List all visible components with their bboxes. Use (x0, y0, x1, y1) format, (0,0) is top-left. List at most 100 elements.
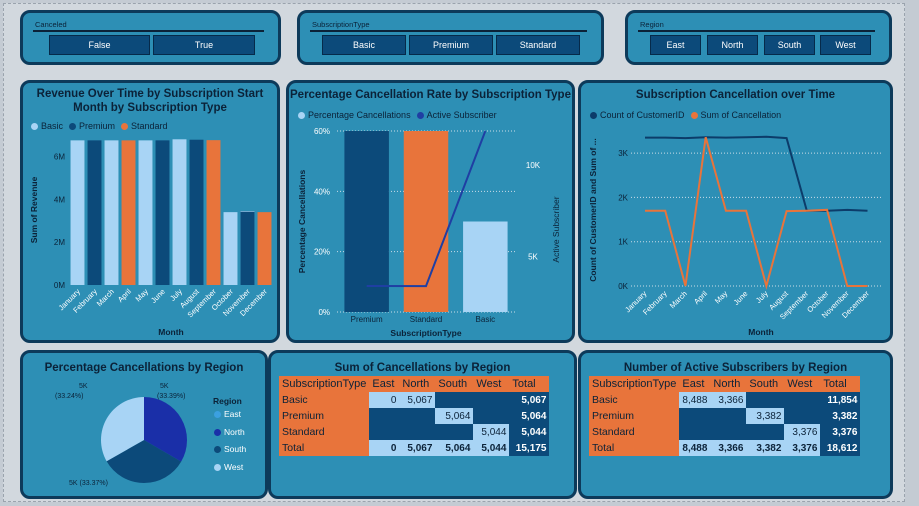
table-cell: 0 (369, 392, 400, 408)
legend-dot-south (214, 445, 221, 453)
row-total: 3,382 (820, 408, 861, 424)
slicer-option-false[interactable]: False (49, 35, 150, 55)
pie-legend-item-east[interactable]: East (214, 409, 241, 419)
bar-premium-february (87, 140, 102, 285)
row-total: 5,044 (509, 424, 550, 440)
x-axis-title: SubscriptionType (390, 328, 461, 338)
legend-label: West (224, 462, 244, 472)
slicer-option-true[interactable]: True (153, 35, 255, 55)
bar-basic (463, 221, 508, 312)
pie-label-north-pct: (33.39%) (157, 393, 186, 400)
y-tick-label: 0M (54, 281, 65, 290)
x-tick-label: May (713, 289, 730, 306)
bar-premium-august (189, 139, 204, 285)
table-cell (679, 424, 711, 440)
x-tick-label: March (95, 287, 116, 308)
y-tick-label: 3K (618, 149, 628, 158)
revenue-chart: 0M2M4M6MSum of RevenueMonthJanuaryFebrua… (29, 139, 272, 337)
table-cell (710, 424, 747, 440)
slicer-option-north[interactable]: North (707, 35, 758, 55)
y-axis-title: Count of CustomerID and Sum of ... (588, 138, 598, 282)
column-header[interactable]: South (435, 376, 474, 392)
table-cell: 5,067 (399, 392, 436, 408)
slicer-option-basic[interactable]: Basic (322, 35, 406, 55)
column-header[interactable]: North (399, 376, 436, 392)
column-header[interactable]: North (710, 376, 747, 392)
table-cell (399, 424, 436, 440)
rate-chart: 0% 20% 40% 60% Percentage Cancellations Activ… (297, 127, 561, 338)
table-cell: 5,044 (473, 424, 510, 440)
table-cell (473, 392, 510, 408)
legend-label: East (224, 409, 242, 419)
slicer-title: SubscriptionType (312, 20, 370, 29)
row-total: 5,064 (509, 408, 550, 424)
pie-label-north-value: 5K (160, 383, 169, 390)
bar-basic-july (172, 139, 187, 285)
slicer-divider (33, 30, 264, 32)
table-cell: 5,064 (435, 440, 474, 456)
column-header[interactable]: SubscriptionType (589, 376, 680, 392)
table-cell: 3,376 (784, 424, 821, 440)
table-row: Basic 0 5,067 5,067 (279, 392, 550, 408)
row-total: 3,376 (820, 424, 861, 440)
table-cell (710, 408, 747, 424)
x-tick-label: July (754, 289, 770, 305)
slicer-option-south[interactable]: South (764, 35, 815, 55)
column-header[interactable]: East (369, 376, 400, 392)
slicer-option-east[interactable]: East (650, 35, 701, 55)
table-cell (369, 408, 400, 424)
table-cell: 3,366 (710, 392, 747, 408)
y-tick-label: 60% (314, 127, 330, 136)
column-header[interactable]: SubscriptionType (279, 376, 370, 392)
column-header[interactable]: Total (509, 376, 550, 392)
pie-label-south: 5K (33.37%) (69, 480, 108, 487)
table-cell: 3,382 (746, 408, 785, 424)
active-subscribers-matrix: SubscriptionType East North South West T… (589, 376, 861, 456)
column-header[interactable]: East (679, 376, 711, 392)
pie-legend-item-north[interactable]: North (214, 427, 245, 437)
pie-legend-item-south[interactable]: South (214, 444, 246, 454)
column-header[interactable]: West (473, 376, 510, 392)
bar-basic-may (138, 140, 153, 285)
x-tick-label: June (149, 287, 167, 305)
table-row: Basic 8,488 3,366 11,854 (589, 392, 861, 408)
y-tick-label: 4M (54, 195, 65, 204)
slicer-option-standard[interactable]: Standard (496, 35, 580, 55)
column-header[interactable]: South (746, 376, 785, 392)
pie-label-west-value: 5K (79, 383, 88, 390)
x-axis-title: Month (748, 327, 774, 337)
slicer-option-premium[interactable]: Premium (409, 35, 493, 55)
cancellations-table-title: Sum of Cancellations by Region (334, 362, 511, 374)
pie-legend-item-west[interactable]: West (214, 462, 243, 472)
table-cell: 5,044 (473, 440, 510, 456)
slicer-title: Region (640, 20, 664, 29)
table-cell: 8,488 (679, 392, 711, 408)
legend-dot-north (214, 428, 221, 436)
slicer-divider (638, 30, 875, 32)
table-cell (369, 424, 400, 440)
x-tick-label: April (116, 287, 133, 304)
time-chart: 0K 1K 2K 3K Count of CustomerID and Sum of .… (588, 135, 881, 337)
row-header: Basic (589, 392, 680, 408)
table-cell (435, 424, 474, 440)
legend-dot-west (214, 463, 221, 471)
column-header[interactable]: Total (820, 376, 861, 392)
table-row: Premium 3,382 3,382 (589, 408, 861, 424)
table-cell: 3,382 (746, 440, 785, 456)
y-tick-label: 1K (618, 238, 628, 247)
x-tick-label: June (732, 289, 750, 307)
pie-chart-panel: Percentage Cancellations by Region 5K (3… (20, 350, 268, 499)
bar-premium (344, 131, 389, 312)
x-tick-label: Standard (410, 315, 442, 324)
row-header: Premium (279, 408, 370, 424)
column-header[interactable]: West (784, 376, 821, 392)
x-tick-label: Premium (351, 315, 383, 324)
legend-label: North (224, 427, 245, 437)
row-header: Total (589, 440, 680, 456)
table-cell (399, 408, 436, 424)
count-customerid-line (645, 135, 868, 212)
row-header: Premium (589, 408, 680, 424)
bar-premium-june (155, 140, 170, 285)
slicer-option-west[interactable]: West (820, 35, 871, 55)
pie-chart (100, 397, 188, 483)
